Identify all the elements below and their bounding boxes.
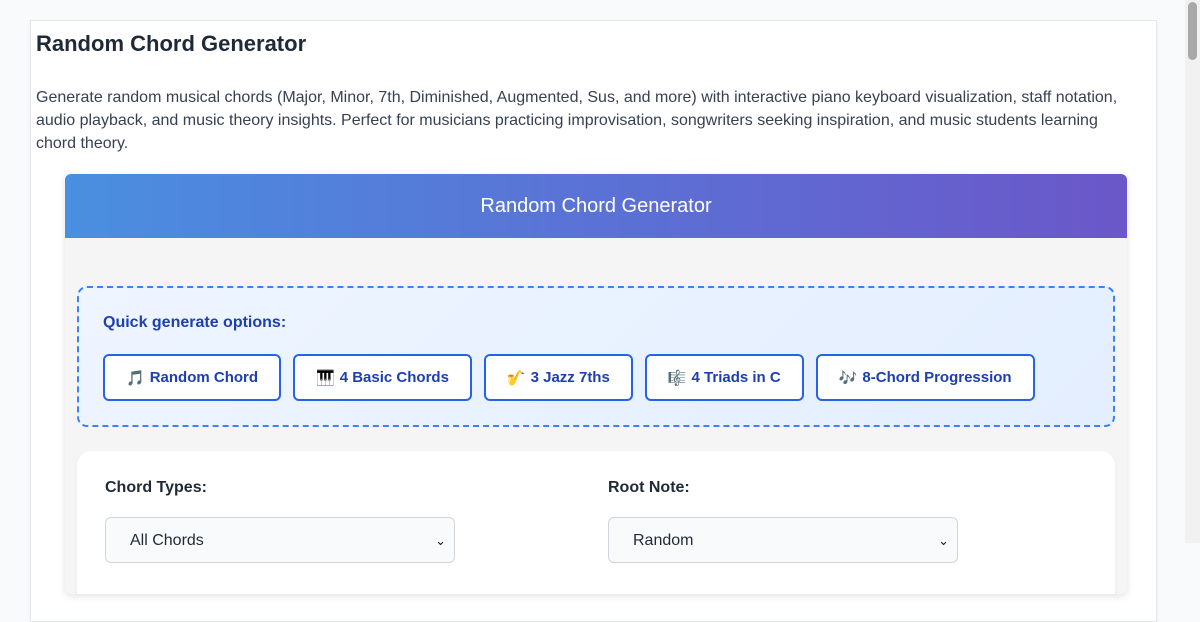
page-title: Random Chord Generator <box>36 31 307 56</box>
panel-header: Random Chord Generator <box>65 174 1127 238</box>
quick-generate-box: Quick generate options: 🎵 Random Chord 🎹… <box>77 286 1115 427</box>
button-label: 3 Jazz 7ths <box>530 369 610 386</box>
button-label: 4 Basic Chords <box>339 369 449 386</box>
button-label: Random Chord <box>149 369 259 386</box>
root-note-select[interactable]: Random ⌄ <box>608 517 958 563</box>
chevron-down-icon: ⌄ <box>435 533 446 548</box>
chord-types-value: All Chords <box>130 532 204 549</box>
page-container: Random Chord Generator Generate random m… <box>30 20 1157 622</box>
page-scrollbar[interactable] <box>1185 0 1200 543</box>
page-description: Generate random musical chords (Major, M… <box>36 89 1118 152</box>
jazz-sevenths-button[interactable]: 🎷 3 Jazz 7ths <box>483 354 633 401</box>
scrollbar-thumb[interactable] <box>1188 2 1197 60</box>
root-note-label: Root Note: <box>608 479 690 496</box>
button-label: 8-Chord Progression <box>862 369 1012 386</box>
triads-in-c-button[interactable]: 🎼 4 Triads in C <box>644 354 804 401</box>
saxophone-icon: 🎷 <box>506 368 526 387</box>
settings-card: Chord Types: All Chords ⌄ Root Note: Ran… <box>77 451 1115 594</box>
chevron-down-icon: ⌄ <box>938 533 949 548</box>
quick-generate-buttons: 🎵 Random Chord 🎹 4 Basic Chords 🎷 3 Jazz… <box>103 354 1035 401</box>
music-notes-icon: 🎶 <box>838 368 858 387</box>
button-label: 4 Triads in C <box>691 369 781 386</box>
chord-progression-button[interactable]: 🎶 8-Chord Progression <box>815 354 1035 401</box>
quick-generate-label: Quick generate options: <box>103 314 287 331</box>
root-note-value: Random <box>633 532 694 549</box>
piano-icon: 🎹 <box>316 368 335 387</box>
music-note-icon: 🎵 <box>126 368 145 387</box>
chord-types-label: Chord Types: <box>105 479 207 496</box>
musical-score-icon: 🎼 <box>667 368 687 387</box>
chord-types-select[interactable]: All Chords ⌄ <box>105 517 455 563</box>
chord-generator-panel: Random Chord Generator Quick generate op… <box>65 174 1127 594</box>
random-chord-button[interactable]: 🎵 Random Chord <box>103 354 282 401</box>
basic-chords-button[interactable]: 🎹 4 Basic Chords <box>293 354 472 401</box>
